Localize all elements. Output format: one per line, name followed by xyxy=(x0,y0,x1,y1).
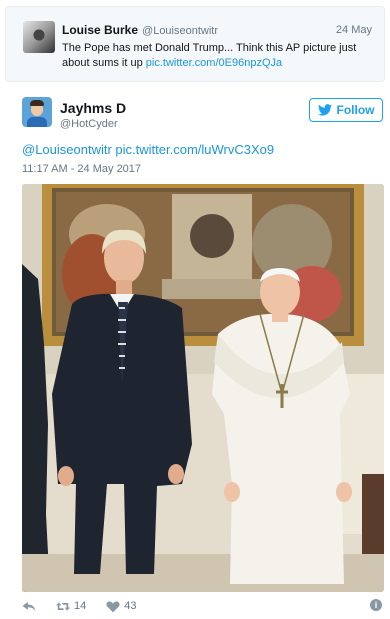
author-avatar[interactable] xyxy=(22,97,52,127)
quoted-pic-link[interactable]: pic.twitter.com/0E96npzQJa xyxy=(146,57,282,69)
tweet-text: @Louiseontwitr pic.twitter.com/luWrvC3Xo… xyxy=(22,142,274,157)
follow-label: Follow xyxy=(336,103,375,117)
quoted-date[interactable]: 24 May xyxy=(336,24,372,36)
quoted-tweet-text: The Pope has met Donald Trump... Think t… xyxy=(62,41,377,71)
quoted-author-handle[interactable]: @Louiseontwitr xyxy=(142,25,218,37)
twitter-bird-icon xyxy=(317,104,332,116)
reply-icon xyxy=(22,601,36,611)
author-handle[interactable]: @HotCyder xyxy=(60,118,118,130)
tweet-embed-page: Louise Burke @Louiseontwitr 24 May The Po… xyxy=(0,0,390,619)
like-count: 43 xyxy=(124,600,137,612)
heart-icon xyxy=(106,601,120,612)
mention-link[interactable]: @Louiseontwitr xyxy=(22,142,112,157)
retweet-button[interactable]: 14 xyxy=(56,600,86,613)
quoted-tweet[interactable]: Louise Burke @Louiseontwitr 24 May The Po… xyxy=(5,6,385,82)
tweet-photo[interactable] xyxy=(22,184,384,592)
quoted-author[interactable]: Louise Burke @Louiseontwitr xyxy=(62,23,218,37)
like-button[interactable]: 43 xyxy=(106,600,137,613)
quoted-author-name[interactable]: Louise Burke xyxy=(62,23,138,37)
retweet-icon xyxy=(56,601,70,611)
tweet-actions: 14 43 i xyxy=(22,598,384,614)
quoted-avatar[interactable] xyxy=(23,21,55,53)
info-icon[interactable]: i xyxy=(370,599,382,611)
reply-button[interactable] xyxy=(22,600,36,613)
follow-button[interactable]: Follow xyxy=(309,98,383,122)
pic-link[interactable]: pic.twitter.com/luWrvC3Xo9 xyxy=(115,142,274,157)
tweet-timestamp[interactable]: 11:17 AM - 24 May 2017 xyxy=(22,163,141,175)
author-name[interactable]: Jayhms D xyxy=(60,100,126,116)
retweet-count: 14 xyxy=(74,600,87,612)
